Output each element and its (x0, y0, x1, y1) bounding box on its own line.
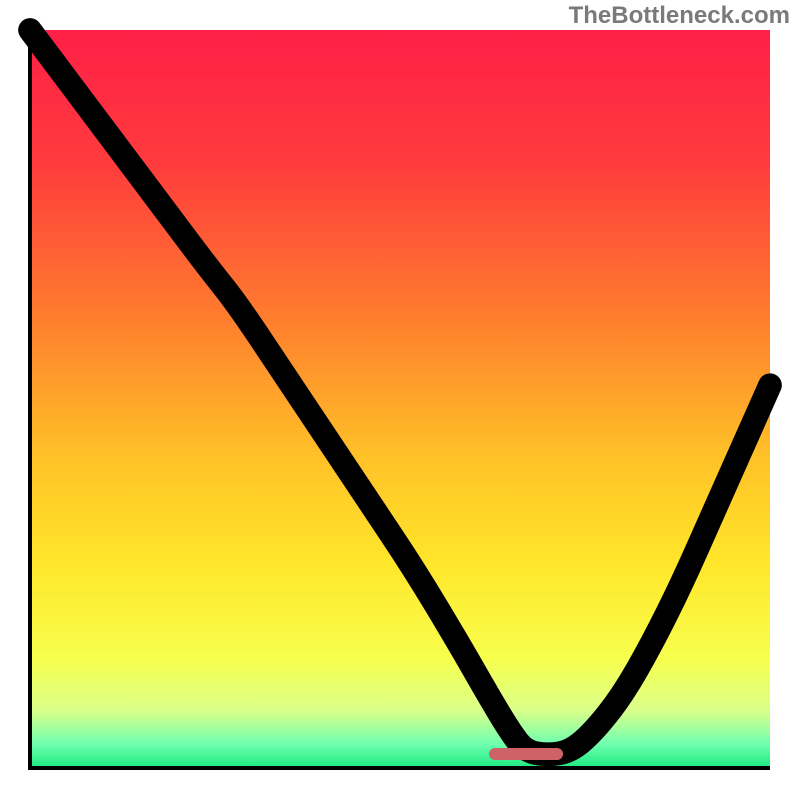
watermark-text: TheBottleneck.com (569, 2, 790, 30)
bottleneck-curve (30, 30, 770, 770)
chart-container: TheBottleneck.com (0, 0, 800, 800)
plot-area (30, 30, 770, 770)
optimal-range-marker (489, 748, 563, 760)
